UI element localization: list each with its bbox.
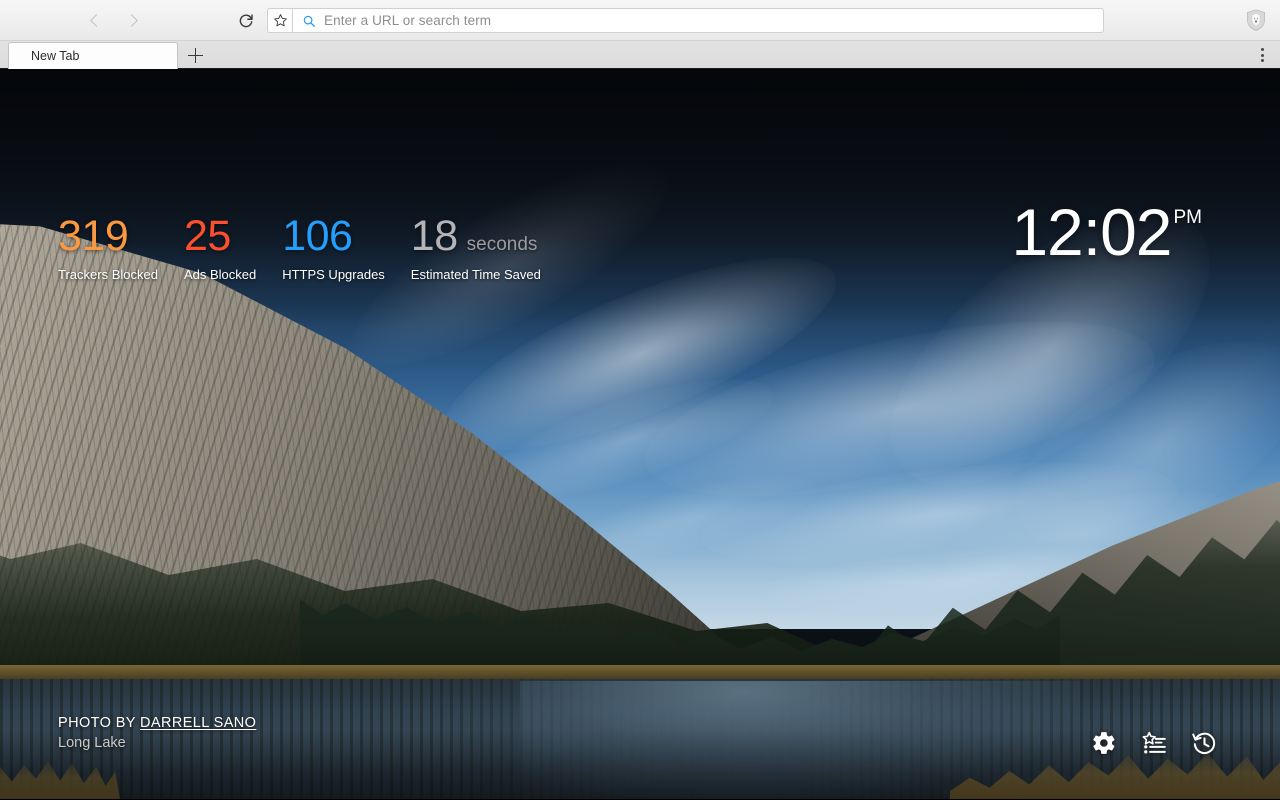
gear-icon xyxy=(1093,732,1115,754)
browser-toolbar: Enter a URL or search term xyxy=(0,0,1280,41)
tab-title: New Tab xyxy=(31,49,80,63)
vertical-dots-icon-dot1 xyxy=(1260,48,1264,51)
tab-new-tab[interactable]: New Tab xyxy=(8,42,178,69)
browser-window: Enter a URL or search term New Tab 319 T… xyxy=(0,0,1280,800)
history-button[interactable] xyxy=(1190,729,1218,757)
privacy-stats: 319 Trackers Blocked 25 Ads Blocked 106 … xyxy=(58,215,567,283)
clock: 12:02 PM xyxy=(1011,195,1203,269)
reload-button[interactable] xyxy=(236,10,256,30)
stat-value: 106 xyxy=(282,212,353,260)
url-input[interactable]: Enter a URL or search term xyxy=(292,8,1104,33)
plus-icon-vertical xyxy=(194,48,197,63)
settings-button[interactable] xyxy=(1090,729,1118,757)
stat-https-upgrades: 106 HTTPS Upgrades xyxy=(282,215,385,283)
clock-period: PM xyxy=(1173,207,1203,228)
new-tab-page: 319 Trackers Blocked 25 Ads Blocked 106 … xyxy=(0,69,1280,799)
stat-value: 18 xyxy=(410,212,458,260)
vertical-dots-icon-dot2 xyxy=(1260,53,1264,57)
stat-value: 319 xyxy=(58,212,129,260)
navigation-buttons xyxy=(84,9,144,31)
chevron-right-icon xyxy=(125,13,138,27)
stat-value-row: 25 xyxy=(184,215,256,258)
tab-strip: New Tab xyxy=(0,41,1280,69)
stat-label: HTTPS Upgrades xyxy=(282,267,385,282)
newtab-shortcuts xyxy=(1090,729,1218,757)
stat-value-suffix: seconds xyxy=(466,234,538,255)
chevron-left-icon xyxy=(90,13,103,27)
stat-ads-blocked: 25 Ads Blocked xyxy=(183,215,257,283)
photo-credit: PHOTO BY DARRELL SANO Long Lake xyxy=(58,715,256,751)
vertical-dots-icon-dot3 xyxy=(1260,59,1264,62)
url-placeholder-text: Enter a URL or search term xyxy=(324,13,492,28)
stat-label: Estimated Time Saved xyxy=(410,267,541,282)
bookmarks-list-icon xyxy=(1142,731,1166,754)
bottom-gradient-overlay xyxy=(0,629,1280,799)
photo-credit-prefix: PHOTO BY xyxy=(58,715,136,731)
photo-credit-location: Long Lake xyxy=(58,735,126,751)
history-clock-icon xyxy=(1191,732,1215,754)
star-icon xyxy=(273,14,287,27)
back-button[interactable] xyxy=(84,9,106,31)
bookmarks-button[interactable] xyxy=(1140,729,1168,757)
background-photo xyxy=(0,69,1280,799)
stat-value-row: 18 seconds xyxy=(411,215,541,258)
bookmark-button[interactable] xyxy=(267,8,292,33)
brave-lion-shield-icon[interactable] xyxy=(1244,8,1268,32)
stat-value-row: 319 xyxy=(58,215,158,258)
stat-trackers-blocked: 319 Trackers Blocked xyxy=(58,215,158,283)
stat-label: Trackers Blocked xyxy=(58,267,158,282)
photo-credit-line: PHOTO BY DARRELL SANO xyxy=(58,715,256,731)
new-tab-button[interactable] xyxy=(185,45,206,66)
reload-icon xyxy=(239,14,253,28)
browser-menu-button[interactable] xyxy=(1254,47,1270,63)
forward-button[interactable] xyxy=(122,9,144,31)
stat-value-row: 106 xyxy=(282,215,385,258)
clock-time: 12:02 xyxy=(1011,195,1172,269)
search-icon xyxy=(303,15,315,27)
stat-label: Ads Blocked xyxy=(183,267,257,282)
stat-value: 25 xyxy=(183,212,231,260)
photo-credit-author-link[interactable]: DARRELL SANO xyxy=(140,715,256,731)
stat-estimated-time-saved: 18 seconds Estimated Time Saved xyxy=(410,215,541,283)
